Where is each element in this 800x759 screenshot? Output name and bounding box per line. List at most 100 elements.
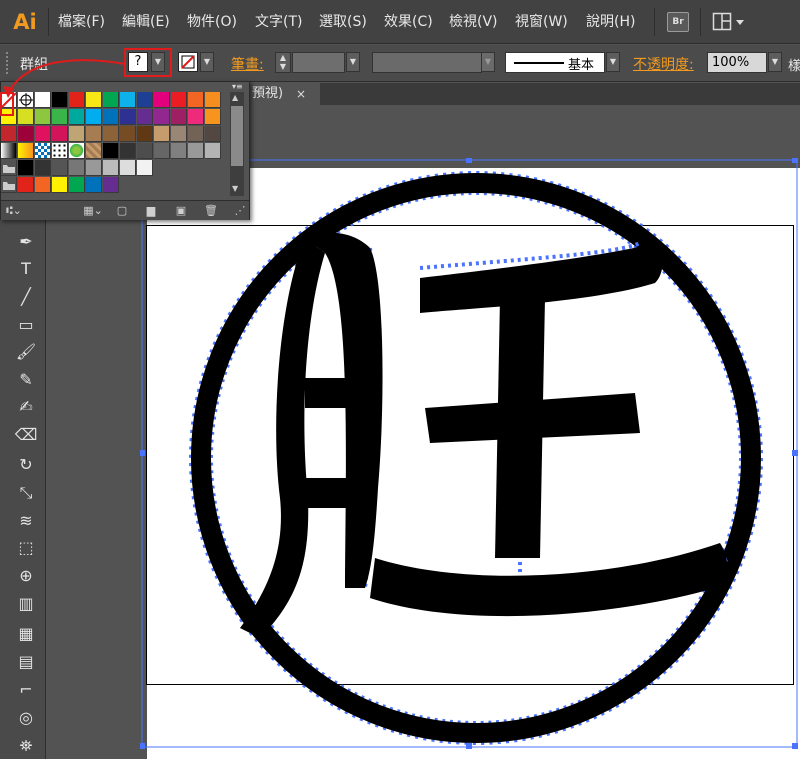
shape-builder-tool-icon[interactable]: ⊕ [13,564,39,588]
menu-help[interactable]: 說明(H) [586,13,635,31]
color-swatch[interactable] [103,126,119,142]
menu-type[interactable]: 文字(T) [255,13,302,31]
color-swatch[interactable] [137,160,153,176]
color-swatch[interactable] [154,92,170,108]
color-swatch[interactable] [171,126,187,142]
menu-window[interactable]: 視窗(W) [515,13,568,31]
color-swatch[interactable] [154,126,170,142]
rotate-tool-icon[interactable]: ↻ [13,453,39,477]
color-swatch[interactable] [188,126,204,142]
pen-tool-icon[interactable]: ✒ [13,230,39,254]
color-swatch[interactable] [188,143,204,159]
gradient-gray-swatch[interactable] [1,143,17,159]
scrollbar-thumb[interactable] [231,106,243,166]
eraser-tool-icon[interactable]: ⌫ [13,423,39,447]
mesh-tool-icon[interactable]: ▦ [13,622,39,646]
menu-file[interactable]: 檔案(F) [58,13,105,31]
color-swatch[interactable] [120,143,136,159]
color-group-folder-icon[interactable] [1,160,17,176]
color-swatch[interactable] [86,160,102,176]
color-swatch[interactable] [120,160,136,176]
color-swatch[interactable] [154,143,170,159]
menu-select[interactable]: 選取(S) [319,13,367,31]
color-swatch[interactable] [35,109,51,125]
color-swatch[interactable] [171,92,187,108]
color-swatch[interactable] [35,160,51,176]
new-swatch-icon[interactable]: ▣ [174,204,188,218]
color-swatch[interactable] [18,160,34,176]
new-group-icon[interactable]: ▆ [144,204,158,218]
variable-width-profile[interactable] [372,52,482,73]
scale-tool-icon[interactable]: ⤡ [13,481,39,505]
stroke-weight-dropdown[interactable]: ▼ [346,52,360,72]
color-swatch[interactable] [35,177,51,193]
gradient-tool-icon[interactable]: ▤ [13,650,39,674]
line-tool-icon[interactable]: ╱ [13,285,39,309]
stroke-weight-input[interactable] [292,52,345,73]
warp-tool-icon[interactable]: ≋ [13,509,39,533]
color-swatch[interactable] [171,109,187,125]
color-swatch[interactable] [69,109,85,125]
free-transform-tool-icon[interactable]: ⬚ [13,536,39,560]
type-tool-icon[interactable]: T [13,257,39,281]
color-swatch[interactable] [171,143,187,159]
color-swatch[interactable] [35,126,51,142]
swatch-options-icon[interactable]: ▢ [115,204,129,218]
panel-menu-icon[interactable]: ▾≡ [232,82,246,92]
color-swatch[interactable] [103,160,119,176]
color-swatch[interactable] [188,92,204,108]
fill-swatch[interactable]: ? [128,52,148,72]
color-swatch[interactable] [86,177,102,193]
gradient-yellow-swatch[interactable] [18,143,34,159]
color-swatch[interactable] [120,126,136,142]
color-swatch[interactable] [69,160,85,176]
swatch-scrollbar[interactable]: ▲ ▼ [230,92,244,196]
stroke-weight-label[interactable]: 筆畫: [231,54,264,74]
color-swatch[interactable] [103,109,119,125]
color-swatch[interactable] [137,92,153,108]
blend-tool-icon[interactable]: ◎ [13,706,39,730]
scroll-down-icon[interactable]: ▼ [232,184,238,193]
color-swatch[interactable] [154,109,170,125]
rectangle-tool-icon[interactable]: ▭ [13,313,39,337]
graph-tool-icon[interactable]: ▥ [13,592,39,616]
pattern-check-swatch[interactable] [35,143,51,159]
color-swatch[interactable] [18,177,34,193]
pattern-wood-swatch[interactable] [86,143,102,159]
color-swatch[interactable] [86,126,102,142]
color-swatch[interactable] [103,143,119,159]
color-swatch[interactable] [205,92,221,108]
menu-edit[interactable]: 編輯(E) [122,13,170,31]
brush-dropdown[interactable]: ▼ [606,52,620,72]
color-swatch[interactable] [205,126,221,142]
fill-dropdown-arrow[interactable]: ▼ [151,52,165,72]
color-swatch[interactable] [205,109,221,125]
symbol-sprayer-tool-icon[interactable]: ⛯ [13,734,39,758]
scroll-up-icon[interactable]: ▲ [232,93,238,102]
color-swatch[interactable] [52,177,68,193]
color-group-folder-icon[interactable] [1,177,17,193]
color-swatch[interactable] [137,126,153,142]
color-swatch[interactable] [52,126,68,142]
stroke-swatch[interactable] [178,52,198,72]
trash-icon[interactable]: 🗑 [204,204,218,218]
pattern-dots-swatch[interactable] [52,143,68,159]
color-swatch[interactable] [188,109,204,125]
opacity-label[interactable]: 不透明度: [633,54,694,74]
menu-object[interactable]: 物件(O) [187,13,237,31]
workspace-layout-button[interactable] [712,12,748,32]
color-swatch[interactable] [86,109,102,125]
color-swatch[interactable] [137,109,153,125]
color-swatch[interactable] [18,126,34,142]
color-swatch[interactable] [52,109,68,125]
bridge-button[interactable]: Br [667,12,689,32]
color-swatch[interactable] [69,177,85,193]
resize-grip-icon[interactable]: ⋰ [233,204,247,218]
pattern-leaf-swatch[interactable] [69,143,85,159]
opacity-input[interactable]: 100% [707,52,767,73]
stroke-weight-stepper[interactable]: ▲ ▼ [275,52,291,73]
profile-dropdown[interactable]: ▼ [481,52,495,72]
swatch-library-icon[interactable]: ⑆⌄ [3,204,25,218]
show-kinds-icon[interactable]: ▦⌄ [83,204,103,218]
pencil-tool-icon[interactable]: ✎ [13,368,39,392]
